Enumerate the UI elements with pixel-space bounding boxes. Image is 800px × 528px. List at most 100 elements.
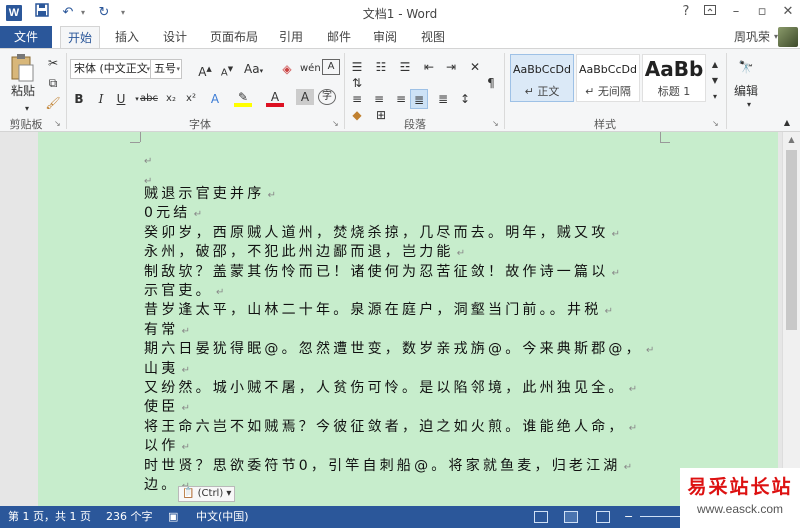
restore-icon[interactable]: ▫: [750, 2, 774, 22]
paste-options-button[interactable]: 📋 (Ctrl) ▾: [178, 486, 236, 502]
show-marks-icon[interactable]: ¶: [482, 73, 500, 93]
document-line[interactable]: 期六日晏犹得眠@。忽然遭世变，数岁亲戎旃@。今来典斯郡@， ↵: [144, 339, 654, 359]
justify-icon[interactable]: ≣: [410, 89, 428, 109]
paragraph-mark-icon: ↵: [178, 403, 190, 415]
word-app-icon[interactable]: W: [6, 5, 22, 21]
document-line[interactable]: 有常 ↵: [144, 320, 190, 340]
tab-references[interactable]: 引用: [272, 26, 310, 48]
copy-icon[interactable]: ⧉: [44, 73, 62, 93]
tab-insert[interactable]: 插入: [108, 26, 146, 48]
styles-more-icon[interactable]: ▾: [706, 87, 724, 107]
tab-mailings[interactable]: 邮件: [320, 26, 358, 48]
document-line[interactable]: 贼退示官吏并序 ↵: [144, 184, 276, 204]
paragraph-mark-icon: ↵: [178, 442, 190, 454]
grow-font-button[interactable]: A▲: [196, 59, 214, 79]
document-line[interactable]: 将王命六岂不如贼焉？今彼征敛者，迫之如火煎。谁能绝人命， ↵: [144, 417, 637, 437]
decrease-indent-icon[interactable]: ⇤: [420, 57, 438, 77]
distributed-icon[interactable]: ≣: [434, 89, 452, 109]
enclose-characters-icon[interactable]: 字: [318, 89, 336, 105]
document-line[interactable]: ↵: [144, 150, 152, 170]
tab-home[interactable]: 开始: [60, 26, 100, 49]
document-line[interactable]: 癸卯岁，西原贼人道州，焚烧杀掠，几尽而去。明年，贼又攻 ↵: [144, 223, 620, 243]
word-count[interactable]: 236 个字: [106, 506, 153, 528]
chevron-down-icon[interactable]: ▾: [176, 60, 180, 78]
save-icon[interactable]: [32, 3, 52, 23]
avatar[interactable]: [778, 27, 798, 47]
shading-icon[interactable]: ◆: [348, 105, 366, 125]
style-heading-1[interactable]: AaBb 标题 1: [642, 54, 706, 102]
document-line[interactable]: 以作 ↵: [144, 436, 190, 456]
document-line[interactable]: 时世贤？思欲委符节0，引竿自刺船@。将家就鱼麦，归老江湖 ↵: [144, 456, 632, 476]
customize-qat-icon[interactable]: ▾: [118, 3, 128, 23]
font-size-combo[interactable]: 五号 ▾: [150, 59, 182, 79]
redo-icon[interactable]: ↻: [94, 3, 114, 23]
line-spacing-icon[interactable]: ↕: [456, 89, 474, 109]
minimize-icon[interactable]: –: [724, 2, 748, 22]
font-name-combo[interactable]: 宋体 (中文正文 ▾: [70, 59, 152, 79]
page-count[interactable]: 第 1 页，共 1 页: [8, 506, 91, 528]
paste-button[interactable]: 粘贴: [8, 81, 38, 101]
tab-review[interactable]: 审阅: [366, 26, 404, 48]
change-case-button[interactable]: Aa▾: [244, 59, 263, 79]
font-size-value: 五号: [154, 62, 176, 75]
style-no-spacing[interactable]: AaBbCcDd ↵ 无间隔: [576, 54, 640, 102]
zoom-out-icon[interactable]: −: [624, 506, 633, 528]
document-line[interactable]: 使臣 ↵: [144, 397, 190, 417]
scroll-up-icon[interactable]: ▲: [783, 132, 800, 148]
undo-dropdown-icon[interactable]: ▾: [78, 3, 88, 23]
increase-indent-icon[interactable]: ⇥: [442, 57, 460, 77]
clipboard-launcher-icon[interactable]: ↘: [54, 119, 64, 129]
user-name[interactable]: 周巩荣: [734, 26, 770, 48]
multilevel-list-icon[interactable]: ☲: [396, 57, 414, 77]
tab-file[interactable]: 文件: [0, 26, 52, 48]
superscript-button[interactable]: x²: [182, 89, 200, 109]
document-line[interactable]: 示官吏。 ↵: [144, 281, 224, 301]
numbering-icon[interactable]: ☷: [372, 57, 390, 77]
highlight-icon[interactable]: ✎: [234, 89, 252, 107]
strikethrough-button[interactable]: abc: [140, 89, 158, 109]
align-right-icon[interactable]: ≡: [392, 89, 410, 109]
font-launcher-icon[interactable]: ↘: [332, 119, 342, 129]
document-line[interactable]: 永州，破邵，不犯此州边鄙而退，岂力能 ↵: [144, 242, 465, 262]
cut-icon[interactable]: ✂: [44, 53, 62, 73]
font-color-icon[interactable]: A: [266, 89, 284, 107]
style-normal[interactable]: AaBbCcDd ↵ 正文: [510, 54, 574, 102]
document-line[interactable]: 山夷 ↵: [144, 359, 190, 379]
paragraph-launcher-icon[interactable]: ↘: [492, 119, 502, 129]
ribbon-display-icon[interactable]: [698, 2, 722, 22]
tab-view[interactable]: 视图: [414, 26, 452, 48]
format-painter-icon[interactable]: 🖌: [44, 93, 62, 113]
collapse-ribbon-icon[interactable]: ▲: [778, 113, 796, 133]
text-effects-icon[interactable]: A: [206, 89, 224, 109]
tab-design[interactable]: 设计: [156, 26, 194, 48]
styles-launcher-icon[interactable]: ↘: [712, 119, 722, 129]
style-no-spacing-sample: AaBbCcDd: [579, 63, 637, 76]
paragraph-mark-icon: ↵: [264, 190, 276, 201]
italic-button[interactable]: I: [92, 89, 110, 109]
read-mode-icon[interactable]: [534, 511, 548, 523]
document-line[interactable]: 0元结 ↵: [144, 203, 202, 223]
undo-icon[interactable]: ↶: [58, 3, 78, 23]
borders-icon[interactable]: ⊞: [372, 105, 390, 125]
character-border-icon[interactable]: A: [322, 59, 340, 75]
document-line[interactable]: 又纷然。城小贼不屠，人贫伤可怜。是以陷邻境，此州独见全。 ↵: [144, 378, 637, 398]
phonetic-guide-icon[interactable]: wén: [300, 59, 321, 79]
character-shading-icon[interactable]: A: [296, 89, 314, 105]
vertical-scrollbar[interactable]: ▲ ▼: [782, 132, 800, 506]
web-layout-icon[interactable]: [596, 511, 610, 523]
editing-dropdown-icon[interactable]: ▾: [740, 95, 758, 115]
tab-page-layout[interactable]: 页面布局: [204, 26, 264, 48]
bold-button[interactable]: B: [70, 89, 88, 109]
binoculars-icon[interactable]: 🔭: [734, 57, 758, 77]
print-layout-icon[interactable]: [564, 511, 578, 523]
scroll-thumb[interactable]: [786, 150, 797, 330]
document-line[interactable]: 昔岁逢太平，山林二十年。泉源在庭户，洞壑当门前。。井税 ↵: [144, 300, 613, 320]
clear-formatting-icon[interactable]: ◈: [278, 59, 296, 79]
close-icon[interactable]: ✕: [776, 2, 800, 22]
proofing-icon[interactable]: ▣: [168, 506, 178, 528]
subscript-button[interactable]: x₂: [162, 89, 180, 109]
help-button[interactable]: ?: [674, 2, 698, 22]
shrink-font-button[interactable]: A▼: [218, 59, 236, 79]
document-line[interactable]: 制敌欤？盖蒙其伤怜而已！诸使何为忍苦征敛！故作诗一篇以 ↵: [144, 262, 620, 282]
language-status[interactable]: 中文(中国): [196, 506, 249, 528]
